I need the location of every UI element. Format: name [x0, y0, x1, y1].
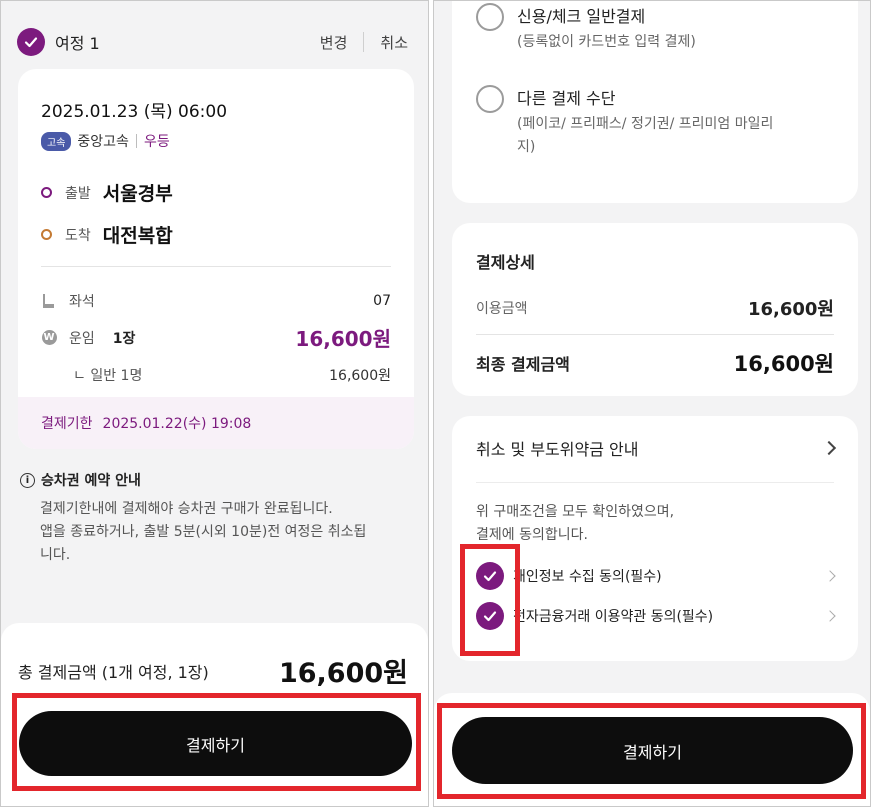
- total-row: 총 결제금액 (1개 여정, 1장) 16,600원: [18, 651, 408, 690]
- final-row: 최종 결제금액 16,600원: [476, 348, 834, 378]
- fare-row: W 운임 1장 16,600원: [41, 323, 391, 352]
- bus-type-badge: 고속: [41, 131, 72, 151]
- cancel-penalty-label: 취소 및 부도위약금 안내: [476, 440, 639, 459]
- detail-divider: [476, 334, 834, 335]
- right-screen: 신용/체크 일반결제 (등록없이 카드번호 입력 결제) 다른 결제 수단 (페…: [433, 0, 871, 807]
- departure-label: 출발: [65, 185, 91, 202]
- trip-header: 여정 1 변경 취소: [17, 27, 408, 57]
- header-divider: [363, 32, 365, 52]
- other-method-sub: (페이코/ 프리패스/ 정기권/ 프리미엄 마일리 지): [517, 116, 774, 155]
- other-method-option[interactable]: 다른 결제 수단 (페이코/ 프리패스/ 정기권/ 프리미엄 마일리 지): [476, 85, 838, 159]
- other-method-title: 다른 결제 수단: [517, 89, 616, 108]
- check-icon: [17, 28, 45, 56]
- left-screen: 여정 1 변경 취소 2025.01.23 (목) 06:00 고속 중앙고속 …: [0, 0, 429, 807]
- pay-button[interactable]: 결제하기: [19, 711, 412, 776]
- deadline-value: 2025.01.22(수) 19:08: [102, 416, 252, 432]
- credit-card-radio[interactable]: [476, 3, 504, 31]
- payment-detail-card: 결제상세 이용금액 16,600원 최종 결제금액 16,600원: [452, 223, 858, 396]
- seat-icon: [41, 293, 57, 309]
- bus-info-divider: [135, 134, 137, 148]
- chevron-right-icon[interactable]: [824, 570, 836, 582]
- ticket-count: 1장: [112, 330, 136, 347]
- cancel-penalty-info[interactable]: 취소 및 부도위약금 안내: [476, 436, 837, 460]
- card-divider: [41, 266, 391, 267]
- fare-detail-amount: 16,600원: [329, 368, 391, 384]
- check-icon[interactable]: [476, 602, 504, 630]
- departure-terminal: 서울경부: [102, 183, 173, 205]
- arrival-dot-icon: [41, 229, 52, 240]
- trip-card: 2025.01.23 (목) 06:00 고속 중앙고속 우등 출발 서울경부 …: [18, 69, 414, 449]
- bus-grade: 우등: [143, 134, 170, 150]
- privacy-consent-item[interactable]: 개인정보 수집 동의(필수): [476, 562, 836, 590]
- payment-deadline: 결제기한 2025.01.22(수) 19:08: [18, 397, 414, 449]
- seat-label: 좌석: [69, 294, 95, 310]
- fare-label: 운임: [69, 330, 95, 347]
- chevron-right-icon: [821, 440, 837, 456]
- efinance-consent-label: 전자금융거래 이용약관 동의(필수): [513, 609, 714, 625]
- bus-info: 고속 중앙고속 우등: [41, 131, 170, 151]
- won-icon: W: [41, 330, 57, 345]
- reservation-notice: i 승차권 예약 안내 결제기한내에 결제해야 승차권 구매가 완료됩니다. 앱…: [20, 470, 398, 567]
- usage-row: 이용금액 16,600원: [476, 295, 834, 321]
- payment-method-card: 신용/체크 일반결제 (등록없이 카드번호 입력 결제) 다른 결제 수단 (페…: [452, 1, 858, 203]
- check-icon[interactable]: [476, 562, 504, 590]
- credit-card-option[interactable]: 신용/체크 일반결제 (등록없이 카드번호 입력 결제): [476, 3, 838, 54]
- other-method-radio[interactable]: [476, 85, 504, 113]
- agreement-divider: [476, 482, 834, 483]
- departure-row: 출발 서울경부: [41, 179, 173, 206]
- agreement-text: 위 구매조건을 모두 확인하였으며, 결제에 동의합니다.: [476, 504, 675, 543]
- chevron-right-icon[interactable]: [824, 610, 836, 622]
- departure-dot-icon: [41, 187, 52, 198]
- change-trip-link[interactable]: 변경: [320, 32, 348, 53]
- deadline-label: 결제기한: [41, 416, 93, 432]
- usage-label: 이용금액: [476, 301, 528, 317]
- arrival-label: 도착: [65, 227, 91, 244]
- arrival-terminal: 대전복합: [102, 225, 173, 247]
- trip-title: 여정 1: [55, 34, 100, 53]
- total-amount: 16,600원: [278, 658, 408, 689]
- departure-datetime: 2025.01.23 (목) 06:00: [41, 102, 228, 122]
- bus-company: 중앙고속: [77, 134, 129, 150]
- seat-row: 좌석 07: [41, 291, 391, 311]
- total-label: 총 결제금액 (1개 여정, 1장): [18, 662, 209, 682]
- notice-body: 결제기한내에 결제해야 승차권 구매가 완료됩니다. 앱을 종료하거나, 출발 …: [40, 501, 367, 563]
- usage-amount: 16,600원: [747, 299, 834, 320]
- efinance-consent-item[interactable]: 전자금융거래 이용약관 동의(필수): [476, 602, 836, 630]
- fare-detail-label: ㄴ 일반 1명: [73, 368, 143, 384]
- cancel-trip-link[interactable]: 취소: [380, 32, 408, 53]
- fare-detail-row: ㄴ 일반 1명 16,600원: [73, 365, 391, 385]
- fare-amount: 16,600원: [295, 327, 391, 351]
- arrival-row: 도착 대전복합: [41, 221, 173, 248]
- final-label: 최종 결제금액: [476, 355, 570, 374]
- agreement-card: 취소 및 부도위약금 안내 위 구매조건을 모두 확인하였으며, 결제에 동의합…: [452, 416, 858, 661]
- final-amount: 16,600원: [733, 352, 834, 376]
- credit-card-sub: (등록없이 카드번호 입력 결제): [517, 34, 696, 50]
- payment-detail-title: 결제상세: [476, 253, 535, 272]
- info-icon: i: [20, 472, 35, 488]
- credit-card-title: 신용/체크 일반결제: [517, 7, 646, 26]
- privacy-consent-label: 개인정보 수집 동의(필수): [513, 569, 662, 585]
- notice-title: 승차권 예약 안내: [41, 473, 141, 489]
- seat-number: 07: [373, 293, 391, 309]
- pay-button[interactable]: 결제하기: [452, 717, 853, 784]
